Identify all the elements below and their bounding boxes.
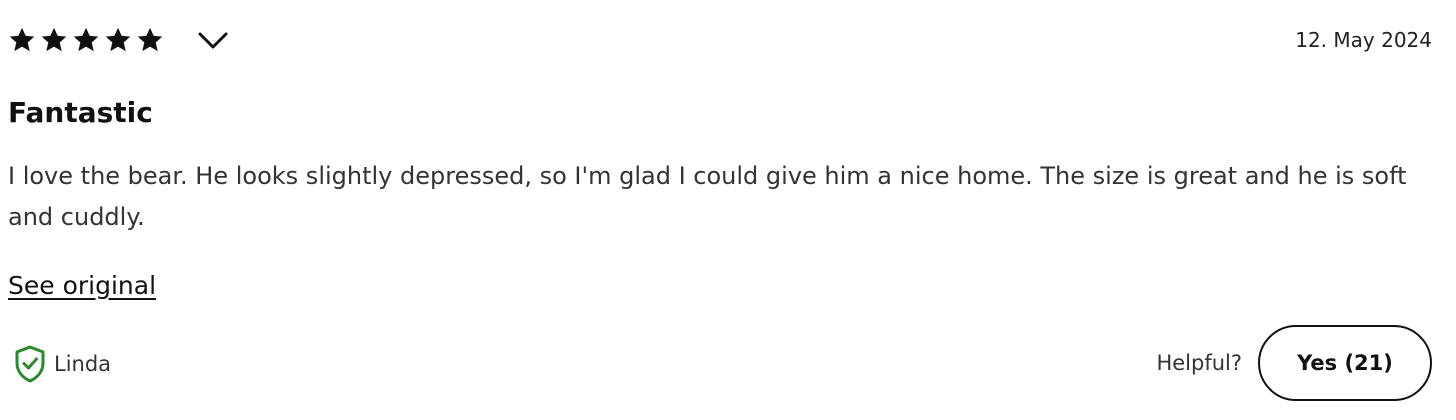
star-icon xyxy=(72,26,100,54)
star-icon xyxy=(104,26,132,54)
star-icon xyxy=(136,26,164,54)
helpful-yes-button[interactable]: Yes (21) xyxy=(1258,325,1432,401)
star-rating xyxy=(8,26,168,54)
see-original-link[interactable]: See original xyxy=(8,271,156,300)
chevron-down-icon[interactable] xyxy=(196,26,230,54)
star-icon xyxy=(40,26,68,54)
review-date: 12. May 2024 xyxy=(1295,28,1432,52)
rating-row xyxy=(8,26,230,54)
helpful-label: Helpful? xyxy=(1156,351,1242,375)
author-name: Linda xyxy=(54,352,112,376)
star-icon xyxy=(8,26,36,54)
review-body: I love the bear. He looks slightly depre… xyxy=(8,162,1407,231)
review-title: Fantastic xyxy=(8,96,153,129)
shield-check-icon xyxy=(14,345,46,383)
review-card: 12. May 2024 Fantastic I love the bear. … xyxy=(0,0,1456,420)
helpful-section: Helpful? Yes (21) xyxy=(1156,325,1432,401)
review-author: Linda xyxy=(14,345,111,383)
